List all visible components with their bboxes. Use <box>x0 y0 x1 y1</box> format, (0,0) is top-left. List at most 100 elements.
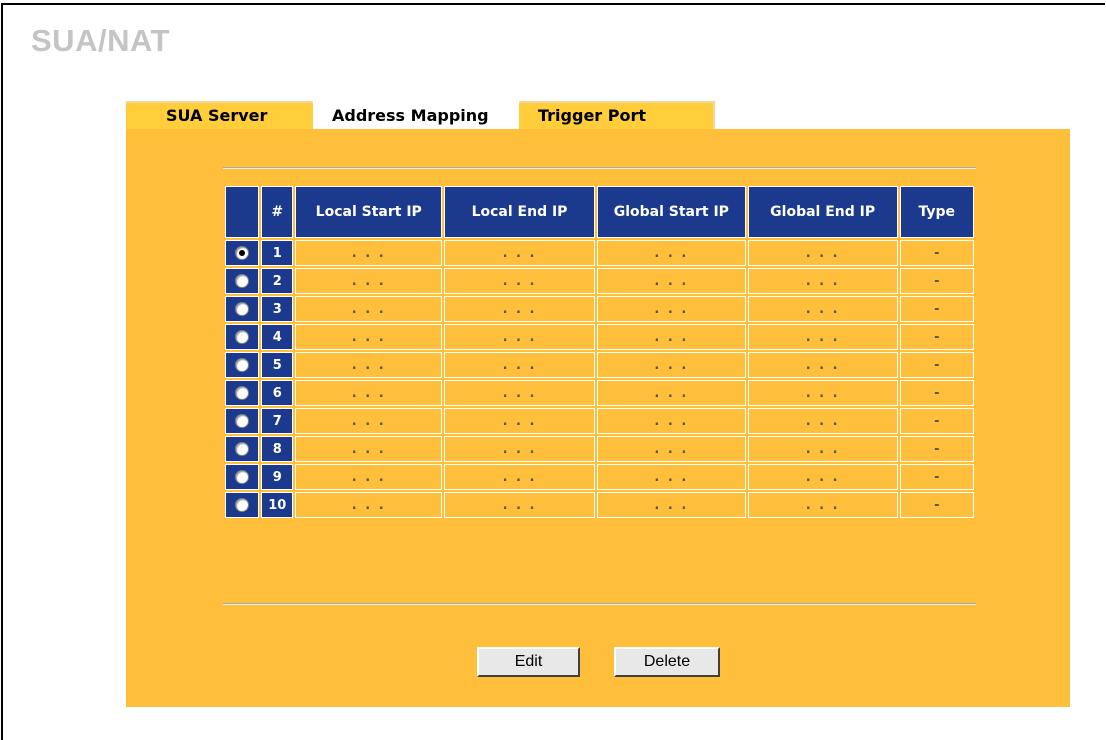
row-select-radio[interactable] <box>235 498 250 512</box>
table-row: 5. . .. . .. . .. . .- <box>225 352 974 378</box>
row-select-radio[interactable] <box>235 414 250 428</box>
tab-sua-server[interactable]: SUA Server <box>126 101 313 129</box>
global-end-ip-cell: . . . <box>747 268 898 294</box>
row-number: 3 <box>261 296 294 322</box>
header-global-end-ip: Global End IP <box>747 186 898 238</box>
local-start-ip-cell: . . . <box>295 492 443 518</box>
local-start-ip-cell: . . . <box>295 240 443 266</box>
local-end-ip-cell: . . . <box>444 408 595 434</box>
global-end-ip-cell: . . . <box>747 296 898 322</box>
divider-bottom <box>223 603 976 605</box>
row-select-cell <box>225 324 260 350</box>
global-end-ip-cell: . . . <box>747 464 898 490</box>
local-end-ip-cell: . . . <box>444 464 595 490</box>
local-start-ip-cell: . . . <box>295 268 443 294</box>
global-start-ip-cell: . . . <box>596 408 746 434</box>
row-number: 8 <box>261 436 294 462</box>
type-cell: - <box>899 352 974 378</box>
type-cell: - <box>899 380 974 406</box>
header-global-start-ip: Global Start IP <box>596 186 746 238</box>
table-row: 3. . .. . .. . .. . .- <box>225 296 974 322</box>
global-start-ip-cell: . . . <box>596 324 746 350</box>
global-start-ip-cell: . . . <box>596 380 746 406</box>
global-start-ip-cell: . . . <box>596 464 746 490</box>
row-number: 1 <box>261 240 294 266</box>
local-end-ip-cell: . . . <box>444 324 595 350</box>
global-end-ip-cell: . . . <box>747 408 898 434</box>
table-row: 10. . .. . .. . .. . .- <box>225 492 974 518</box>
row-number: 7 <box>261 408 294 434</box>
type-cell: - <box>899 240 974 266</box>
local-start-ip-cell: . . . <box>295 296 443 322</box>
tab-address-mapping[interactable]: Address Mapping <box>313 101 519 129</box>
global-start-ip-cell: . . . <box>596 240 746 266</box>
local-end-ip-cell: . . . <box>444 240 595 266</box>
address-mapping-table: # Local Start IP Local End IP Global Sta… <box>223 184 976 520</box>
row-number: 2 <box>261 268 294 294</box>
local-end-ip-cell: . . . <box>444 268 595 294</box>
table-row: 4. . .. . .. . .. . .- <box>225 324 974 350</box>
table-row: 6. . .. . .. . .. . .- <box>225 380 974 406</box>
table-header-row: # Local Start IP Local End IP Global Sta… <box>225 186 974 238</box>
type-cell: - <box>899 492 974 518</box>
table-row: 1. . .. . .. . .. . .- <box>225 240 974 266</box>
type-cell: - <box>899 268 974 294</box>
row-number: 9 <box>261 464 294 490</box>
local-end-ip-cell: . . . <box>444 492 595 518</box>
global-start-ip-cell: . . . <box>596 492 746 518</box>
local-start-ip-cell: . . . <box>295 324 443 350</box>
global-end-ip-cell: . . . <box>747 352 898 378</box>
tab-trigger-port[interactable]: Trigger Port <box>519 101 715 129</box>
row-select-radio[interactable] <box>235 442 250 456</box>
row-number: 5 <box>261 352 294 378</box>
page-title: SUA/NAT <box>31 23 170 58</box>
row-select-cell <box>225 436 260 462</box>
row-select-cell <box>225 492 260 518</box>
local-start-ip-cell: . . . <box>295 352 443 378</box>
row-select-cell <box>225 352 260 378</box>
row-select-radio[interactable] <box>235 246 250 260</box>
type-cell: - <box>899 324 974 350</box>
row-select-radio[interactable] <box>235 470 250 484</box>
type-cell: - <box>899 408 974 434</box>
global-end-ip-cell: . . . <box>747 492 898 518</box>
row-select-cell <box>225 268 260 294</box>
local-start-ip-cell: . . . <box>295 408 443 434</box>
row-number: 6 <box>261 380 294 406</box>
type-cell: - <box>899 296 974 322</box>
local-end-ip-cell: . . . <box>444 296 595 322</box>
delete-button[interactable]: Delete <box>614 647 720 677</box>
header-type: Type <box>899 186 974 238</box>
row-select-cell <box>225 240 260 266</box>
global-start-ip-cell: . . . <box>596 436 746 462</box>
table-row: 8. . .. . .. . .. . .- <box>225 436 974 462</box>
row-number: 4 <box>261 324 294 350</box>
global-start-ip-cell: . . . <box>596 268 746 294</box>
table-row: 9. . .. . .. . .. . .- <box>225 464 974 490</box>
row-select-radio[interactable] <box>235 274 250 288</box>
global-end-ip-cell: . . . <box>747 436 898 462</box>
row-select-cell <box>225 380 260 406</box>
row-select-radio[interactable] <box>235 386 250 400</box>
global-start-ip-cell: . . . <box>596 296 746 322</box>
global-end-ip-cell: . . . <box>747 240 898 266</box>
row-number: 10 <box>261 492 294 518</box>
row-select-cell <box>225 408 260 434</box>
edit-button[interactable]: Edit <box>477 647 580 677</box>
row-select-cell <box>225 296 260 322</box>
header-local-end-ip: Local End IP <box>444 186 595 238</box>
table-row: 7. . .. . .. . .. . .- <box>225 408 974 434</box>
local-end-ip-cell: . . . <box>444 436 595 462</box>
global-end-ip-cell: . . . <box>747 324 898 350</box>
local-start-ip-cell: . . . <box>295 380 443 406</box>
table-row: 2. . .. . .. . .. . .- <box>225 268 974 294</box>
header-select <box>225 186 260 238</box>
type-cell: - <box>899 436 974 462</box>
row-select-radio[interactable] <box>235 302 250 316</box>
divider-top <box>223 167 976 169</box>
row-select-radio[interactable] <box>235 330 250 344</box>
local-start-ip-cell: . . . <box>295 464 443 490</box>
local-start-ip-cell: . . . <box>295 436 443 462</box>
row-select-radio[interactable] <box>235 358 250 372</box>
global-end-ip-cell: . . . <box>747 380 898 406</box>
